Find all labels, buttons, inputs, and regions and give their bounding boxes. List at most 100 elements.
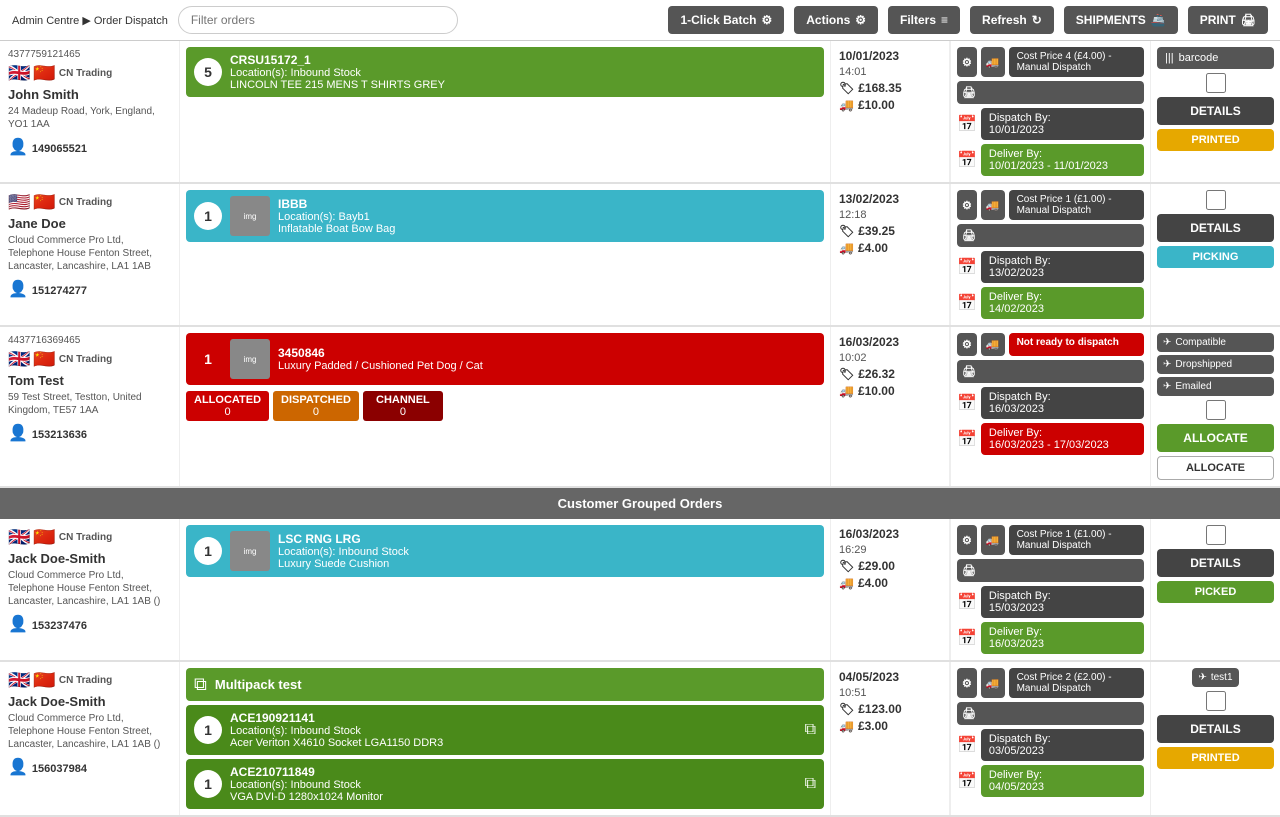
item-location: Location(s): Inbound Stock: [230, 779, 383, 791]
price-value: £168.35: [858, 81, 901, 95]
truck-button[interactable]: 🚚: [981, 668, 1005, 698]
company-label: CN Trading: [59, 68, 112, 79]
print-action-button[interactable]: 🖨: [957, 702, 1144, 725]
print-action-button[interactable]: 🖨: [957, 81, 1144, 104]
deliver-by-label: Deliver By:: [989, 291, 1136, 303]
item-bar: 1 img 3450846 Luxury Padded / Cushioned …: [186, 333, 824, 385]
truck-button[interactable]: 🚚: [981, 525, 1005, 555]
copy-item-icon[interactable]: ⧉: [805, 721, 816, 739]
multipack-bar: ⧉ Multipack test: [186, 668, 824, 701]
order-items-section: ⧉ Multipack test 1 ACE190921141 Location…: [180, 662, 830, 815]
allocate-outline-button[interactable]: ALLOCATE: [1157, 456, 1274, 480]
compat-tags: ✈ Compatible ✈ Dropshipped ✈ Emailed: [1157, 333, 1274, 396]
main-content: 4377759121465 🇬🇧 🇨🇳 CN Trading John Smit…: [0, 41, 1280, 817]
barcode-icon: |||: [1165, 52, 1174, 64]
print-button[interactable]: PRINT 🖨: [1188, 6, 1268, 34]
item-count: 1: [194, 345, 222, 373]
status-tags: ALLOCATED 0 DISPATCHED 0 CHANNEL 0: [186, 391, 824, 421]
deliver-by-row: 📅 Deliver By: 04/05/2023: [957, 765, 1144, 797]
deliver-by-label: Deliver By:: [989, 427, 1136, 439]
flag-uk-icon: 🇬🇧: [8, 63, 30, 84]
order-number: 4377759121465: [8, 49, 171, 60]
price-icon: 🏷: [839, 224, 854, 238]
allocate-button[interactable]: ALLOCATE: [1157, 424, 1274, 452]
details-button[interactable]: DETAILS: [1157, 549, 1274, 577]
item-location: Location(s): Bayb1: [278, 211, 395, 223]
copy-icon: ⧉: [194, 674, 207, 695]
shipments-button[interactable]: SHIPMENTS 🚢: [1064, 6, 1178, 34]
gear-button[interactable]: ⚙: [957, 47, 977, 77]
print-action-button[interactable]: 🖨: [957, 360, 1144, 383]
allocated-tag: ALLOCATED 0: [186, 391, 269, 421]
dispatch-by-row: 📅 Dispatch By: 16/03/2023: [957, 387, 1144, 419]
batch-button[interactable]: 1-Click Batch ⚙: [668, 6, 784, 34]
status-badge: PICKED: [1157, 581, 1274, 603]
order-row: 4377759121465 🇬🇧 🇨🇳 CN Trading John Smit…: [0, 41, 1280, 184]
order-checkbox[interactable]: [1206, 190, 1226, 210]
customer-section: 4437716369465 🇬🇧 🇨🇳 CN Trading Tom Test …: [0, 327, 180, 486]
order-checkbox[interactable]: [1206, 73, 1226, 93]
cost-price-label: Cost Price 2 (£2.00) - Manual Dispatch: [1009, 668, 1144, 698]
print-action-button[interactable]: 🖨: [957, 224, 1144, 247]
order-date: 04/05/2023: [839, 670, 941, 684]
details-button[interactable]: DETAILS: [1157, 715, 1274, 743]
truck-button[interactable]: 🚚: [981, 47, 1005, 77]
order-date: 16/03/2023: [839, 335, 941, 349]
item-sku: ACE190921141: [230, 711, 443, 725]
customer-name: Tom Test: [8, 373, 171, 388]
dispatch-by-row: 📅 Dispatch By: 15/03/2023: [957, 586, 1144, 618]
emailed-tag: ✈ Emailed: [1157, 377, 1274, 396]
gear-button[interactable]: ⚙: [957, 333, 977, 356]
filters-button[interactable]: Filters ≡: [888, 6, 960, 34]
item-thumbnail: img: [230, 196, 270, 236]
deliver-by-label: Deliver By:: [989, 769, 1136, 781]
flag-uk-icon: 🇬🇧: [8, 670, 30, 691]
dispatch-by-label: Dispatch By:: [989, 391, 1136, 403]
deliver-calendar-icon: 📅: [957, 150, 977, 170]
customer-section: 🇬🇧 🇨🇳 CN Trading Jack Doe-Smith Cloud Co…: [0, 519, 180, 660]
truck-button[interactable]: 🚚: [981, 333, 1005, 356]
item-sku: LSC RNG LRG: [278, 532, 409, 546]
deliver-date: 10/01/2023 - 11/01/2023: [989, 160, 1136, 172]
dispatch-date: 03/05/2023: [989, 745, 1136, 757]
order-time: 12:18: [839, 209, 941, 221]
order-date: 10/01/2023: [839, 49, 941, 63]
item-location: Location(s): Inbound Stock: [278, 546, 409, 558]
flag-us-icon: 🇺🇸: [8, 192, 30, 213]
not-ready-label: Not ready to dispatch: [1009, 333, 1144, 356]
shipping-value: £4.00: [858, 576, 888, 590]
actions-button[interactable]: Actions ⚙: [794, 6, 878, 34]
user-icon: 👤: [8, 757, 28, 777]
dispatch-info: Dispatch By: 10/01/2023: [981, 108, 1144, 140]
right-section: DETAILS PICKED: [1150, 519, 1280, 660]
gear-button[interactable]: ⚙: [957, 525, 977, 555]
order-time: 16:29: [839, 544, 941, 556]
details-button[interactable]: DETAILS: [1157, 97, 1274, 125]
print-action-button[interactable]: 🖨: [957, 559, 1144, 582]
calendar-icon: 📅: [957, 393, 977, 413]
order-checkbox[interactable]: [1206, 525, 1226, 545]
refresh-button[interactable]: Refresh ↻: [970, 6, 1054, 34]
top-bar: Admin Centre ▶ Order Dispatch 1-Click Ba…: [0, 0, 1280, 41]
deliver-by-row: 📅 Deliver By: 16/03/2023: [957, 622, 1144, 654]
copy-item-icon[interactable]: ⧉: [805, 775, 816, 793]
truck-button[interactable]: 🚚: [981, 190, 1005, 220]
gear-button[interactable]: ⚙: [957, 668, 977, 698]
item-bar: 1 img IBBB Location(s): Bayb1 Inflatable…: [186, 190, 824, 242]
item-thumbnail: img: [230, 531, 270, 571]
order-checkbox[interactable]: [1206, 400, 1226, 420]
company-label: CN Trading: [59, 675, 112, 686]
filter-input[interactable]: [178, 6, 458, 34]
truck-icon: 🚚: [839, 384, 854, 398]
details-button[interactable]: DETAILS: [1157, 214, 1274, 242]
status-badge: PRINTED: [1157, 747, 1274, 769]
price-row: 🏷 £29.00: [839, 559, 941, 573]
barcode-button[interactable]: ||| barcode: [1157, 47, 1274, 69]
price-row: 🏷 £168.35: [839, 81, 941, 95]
price-value: £26.32: [858, 367, 895, 381]
order-items-section: 1 img IBBB Location(s): Bayb1 Inflatable…: [180, 184, 830, 325]
order-checkbox[interactable]: [1206, 691, 1226, 711]
gear-button[interactable]: ⚙: [957, 190, 977, 220]
truck-icon: 🚚: [839, 241, 854, 255]
customer-flags: 🇬🇧 🇨🇳 CN Trading: [8, 349, 171, 370]
